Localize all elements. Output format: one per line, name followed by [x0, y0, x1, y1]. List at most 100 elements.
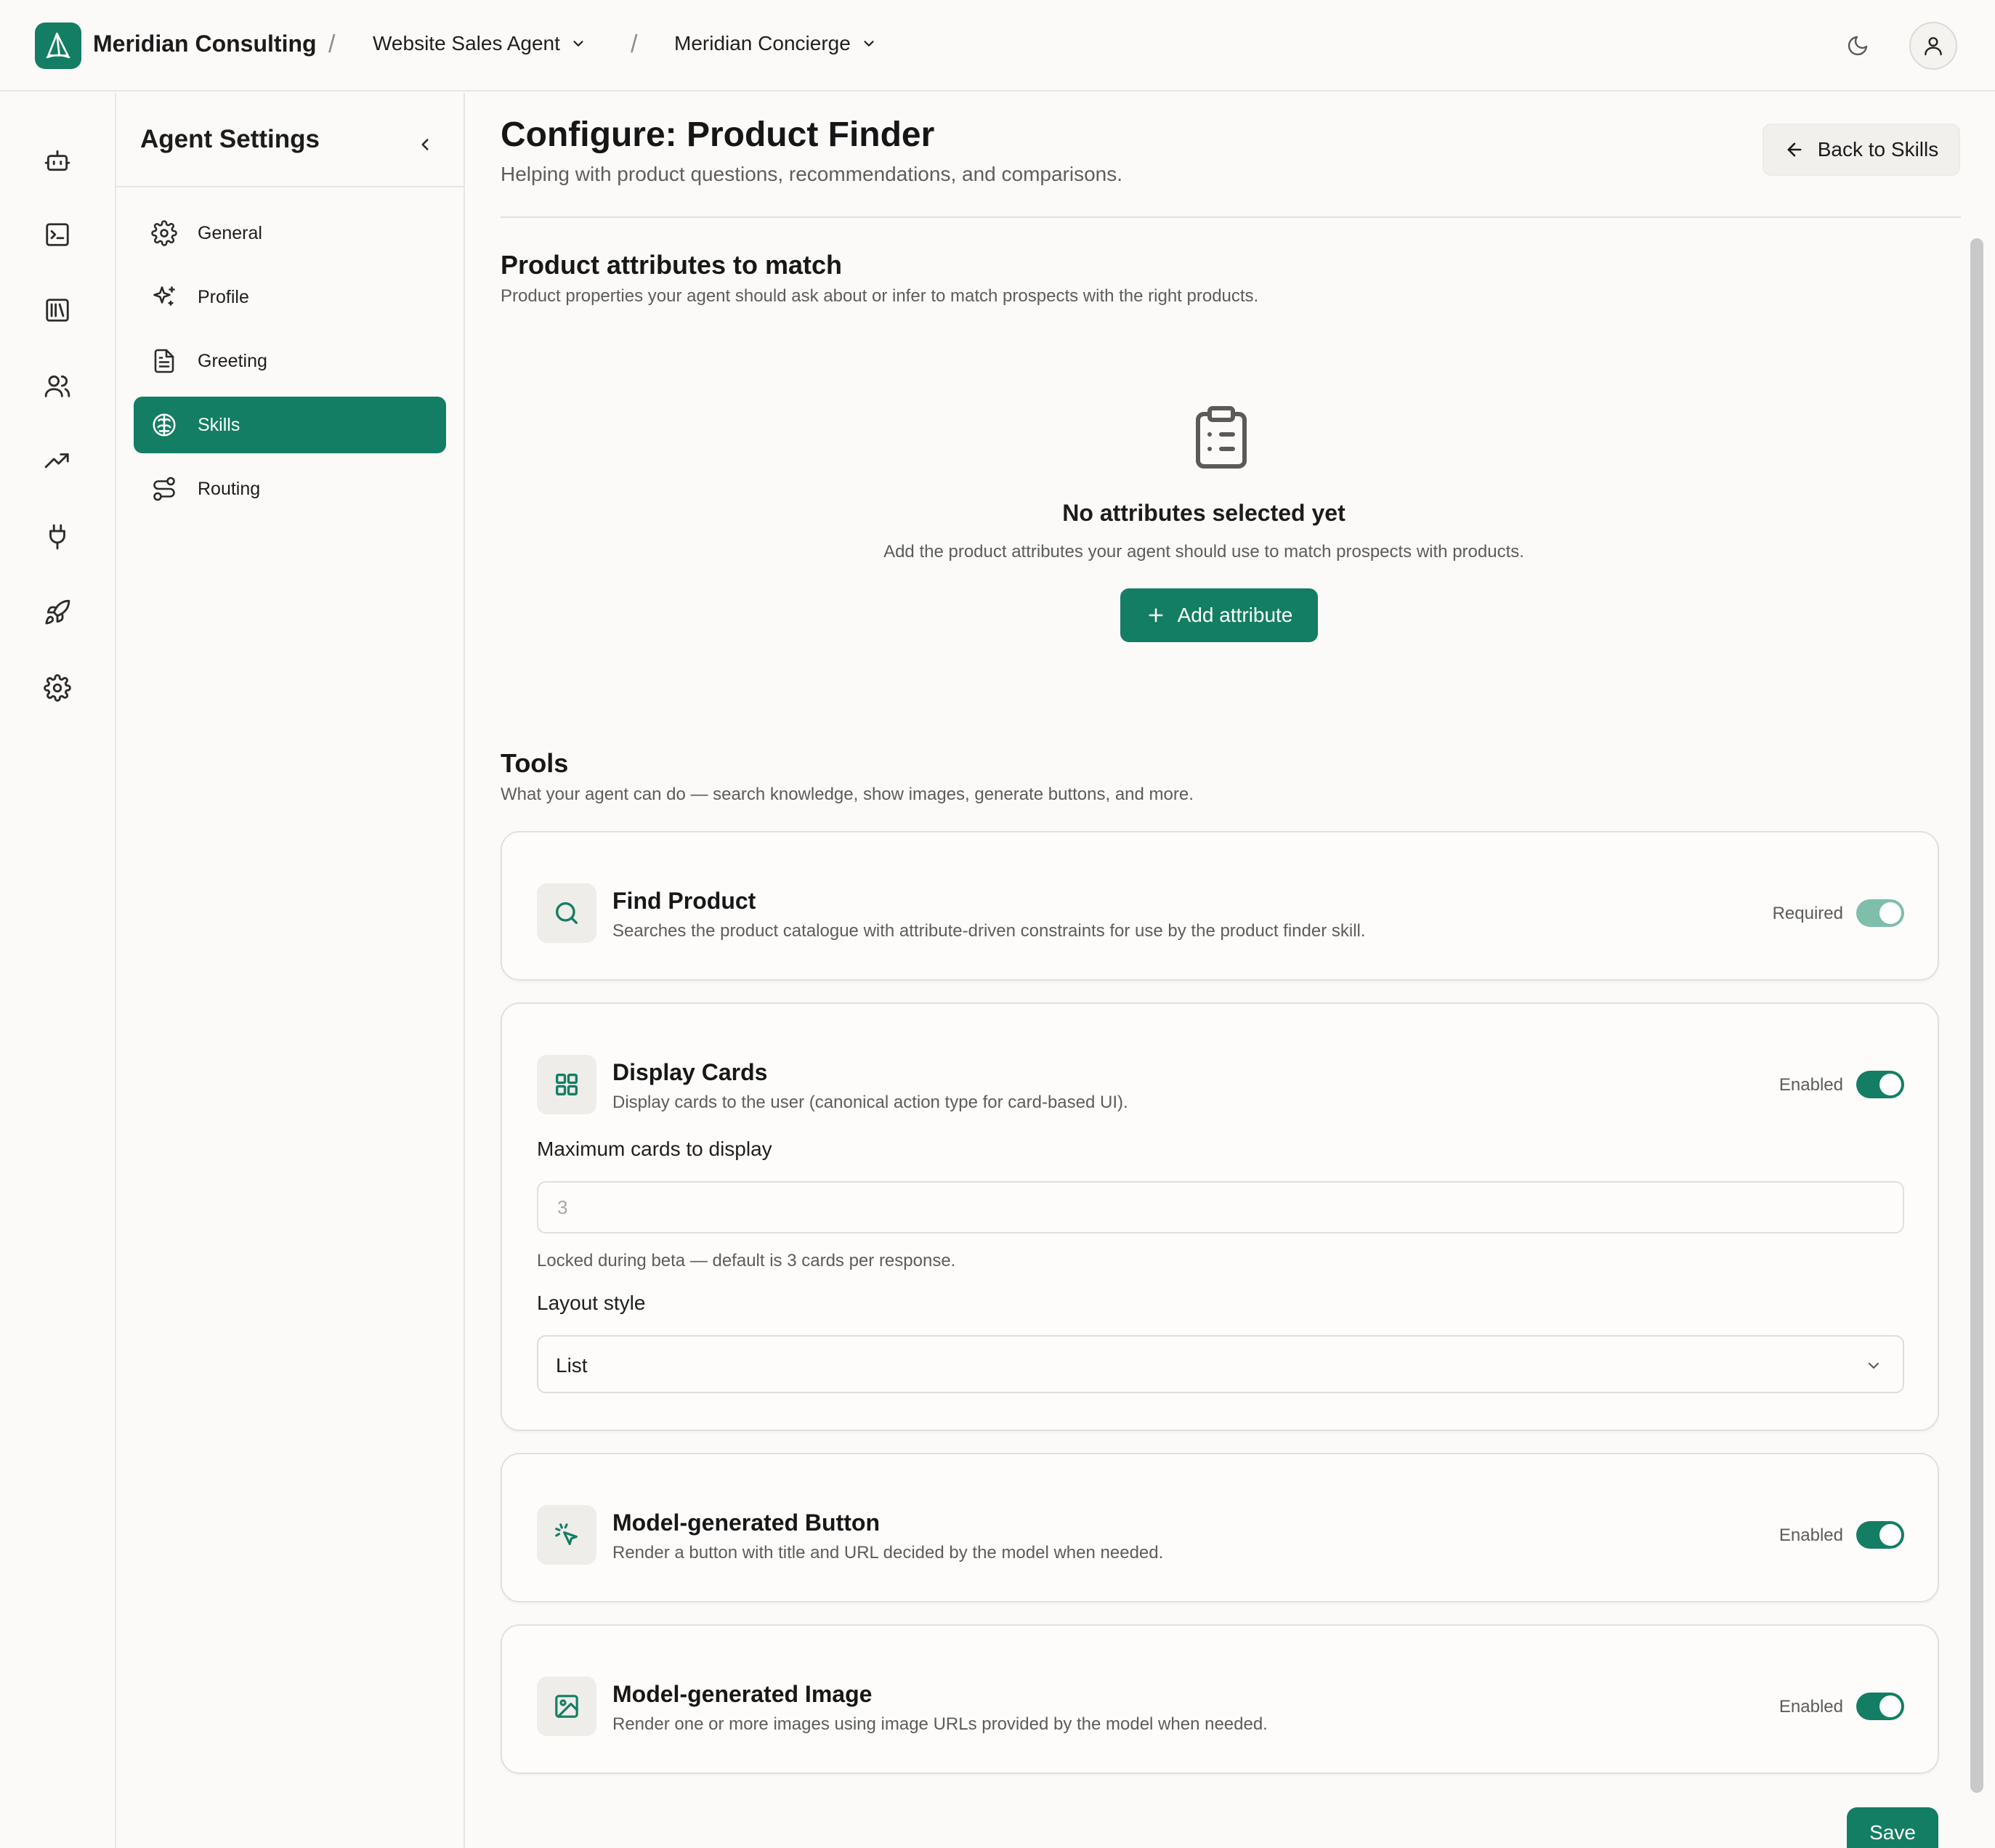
back-to-skills-button[interactable]: Back to Skills	[1763, 123, 1960, 176]
rail-deploy[interactable]	[38, 593, 77, 632]
max-cards-help: Locked during beta — default is 3 cards …	[537, 1251, 956, 1270]
sidebar-item-label: Skills	[198, 415, 240, 435]
settings-sidebar: Agent Settings General Profile Greeting …	[116, 93, 465, 1848]
document-icon	[154, 349, 174, 373]
layout-style-value: List	[556, 1354, 588, 1377]
max-cards-input[interactable]	[537, 1181, 1904, 1233]
route-icon	[153, 477, 175, 501]
image-icon	[555, 1695, 578, 1718]
grid-icon	[556, 1074, 578, 1095]
tool-status-label: Enabled	[1778, 1525, 1843, 1545]
tool-status-label: Required	[1772, 904, 1843, 923]
empty-state-description: Add the product attributes your agent sh…	[883, 542, 1524, 562]
tool-name: Display Cards	[612, 1059, 768, 1085]
sidebar-item-routing[interactable]: Routing	[134, 461, 446, 517]
rail-library[interactable]	[38, 291, 77, 330]
collapse-sidebar-button[interactable]	[407, 126, 443, 163]
moon-icon	[1848, 36, 1868, 56]
tool-card-model-button: Model-generated Button Render a button w…	[501, 1453, 1939, 1602]
sidebar-item-label: Profile	[198, 287, 249, 307]
breadcrumb-separator: /	[328, 31, 336, 58]
sidebar-item-label: General	[198, 223, 262, 243]
attributes-section-subtitle: Product properties your agent should ask…	[501, 286, 1259, 306]
chevron-down-icon	[573, 41, 583, 46]
tool-description: Render a button with title and URL decid…	[612, 1543, 1164, 1563]
plug-icon	[49, 524, 65, 550]
arrow-left-icon	[1787, 142, 1802, 157]
sidebar-item-general[interactable]: General	[134, 205, 446, 262]
bot-icon	[44, 150, 70, 171]
tool-icon-box	[537, 1677, 596, 1736]
main-content: Configure: Product Finder Helping with p…	[466, 93, 1995, 1848]
clipboard-list-icon	[1196, 406, 1247, 469]
find-product-toggle[interactable]	[1856, 899, 1904, 927]
library-icon	[46, 299, 69, 322]
sidebar-item-profile[interactable]: Profile	[134, 269, 446, 325]
tool-icon-box	[537, 1505, 596, 1565]
tool-status-label: Enabled	[1778, 1075, 1843, 1095]
account-button[interactable]	[1909, 22, 1957, 70]
attributes-section-title: Product attributes to match	[501, 250, 843, 280]
trending-up-icon	[44, 453, 69, 469]
brand-logo-icon[interactable]	[35, 23, 81, 69]
brand-name[interactable]: Meridian Consulting	[93, 31, 317, 57]
page-title: Configure: Product Finder	[501, 115, 935, 154]
layout-style-label: Layout style	[537, 1292, 646, 1314]
brain-icon	[153, 413, 176, 437]
page-subtitle: Helping with product questions, recommen…	[501, 163, 1123, 185]
tool-icon-box	[537, 883, 596, 943]
empty-state-title: No attributes selected yet	[1062, 500, 1345, 526]
rail-analytics[interactable]	[38, 442, 77, 481]
plus-icon	[1149, 608, 1163, 623]
tool-card-display-cards: Display Cards Display cards to the user …	[501, 1002, 1939, 1431]
model-button-toggle[interactable]	[1856, 1521, 1904, 1549]
rail-contacts[interactable]	[38, 366, 77, 405]
tool-name: Find Product	[612, 888, 756, 914]
user-icon	[1925, 37, 1942, 56]
breadcrumb-config-dropdown[interactable]: Meridian Concierge	[674, 32, 877, 55]
tool-description: Render one or more images using image UR…	[612, 1714, 1268, 1734]
tools-section-title: Tools	[501, 748, 569, 778]
chevron-down-icon	[864, 41, 874, 46]
rail-console[interactable]	[38, 215, 77, 254]
layout-style-select[interactable]: List	[537, 1335, 1904, 1393]
rail-agents[interactable]	[38, 141, 77, 180]
display-cards-toggle[interactable]	[1856, 1071, 1904, 1098]
rocket-icon	[45, 599, 70, 625]
sidebar-item-skills[interactable]: Skills	[134, 397, 446, 453]
tool-icon-box	[537, 1055, 596, 1114]
sidebar-item-label: Greeting	[198, 351, 267, 371]
scrollbar[interactable]	[1970, 238, 1983, 1793]
top-bar: Meridian Consulting / Website Sales Agen…	[0, 0, 1995, 92]
sidebar-item-greeting[interactable]: Greeting	[134, 333, 446, 389]
sidebar-item-label: Routing	[198, 479, 261, 499]
settings-icon	[44, 674, 71, 702]
sparkles-icon	[153, 286, 175, 306]
chevron-left-icon	[421, 139, 429, 150]
tools-section-subtitle: What your agent can do — search knowledg…	[501, 785, 1194, 804]
breadcrumb-agent-dropdown[interactable]: Website Sales Agent	[373, 32, 586, 55]
icon-rail	[0, 93, 116, 1848]
tool-card-find-product: Find Product Searches the product catalo…	[501, 831, 1939, 981]
max-cards-label: Maximum cards to display	[537, 1138, 772, 1160]
rail-integrations[interactable]	[38, 517, 77, 556]
settings-title: Agent Settings	[140, 125, 320, 153]
breadcrumb-agent-label: Website Sales Agent	[373, 32, 560, 54]
add-attribute-button[interactable]: Add attribute	[1120, 588, 1318, 642]
tool-description: Searches the product catalogue with attr…	[612, 921, 1366, 941]
settings-header: Agent Settings	[116, 93, 464, 187]
tool-name: Model-generated Image	[612, 1681, 873, 1707]
model-image-toggle[interactable]	[1856, 1693, 1904, 1720]
search-icon	[556, 902, 578, 924]
rail-settings[interactable]	[38, 668, 77, 708]
breadcrumb-separator: /	[631, 31, 638, 58]
save-button[interactable]: Save	[1847, 1807, 1938, 1848]
pointer-click-icon	[555, 1523, 578, 1546]
tool-status-label: Enabled	[1778, 1697, 1843, 1717]
theme-toggle-button[interactable]	[1841, 29, 1874, 62]
chevron-down-icon	[1869, 1363, 1879, 1369]
back-to-skills-label: Back to Skills	[1817, 138, 1939, 161]
gear-icon	[151, 220, 177, 246]
terminal-icon	[46, 223, 69, 246]
header-divider	[501, 216, 1961, 218]
